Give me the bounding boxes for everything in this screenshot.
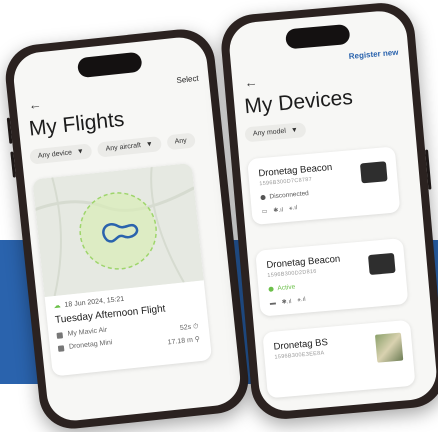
caret-down-icon: ▼ xyxy=(145,140,154,149)
filter-aircraft[interactable]: Any aircraft ▼ xyxy=(96,136,162,158)
filter-model[interactable]: Any model ▼ xyxy=(244,122,307,143)
filter-bar: Any model ▼ xyxy=(244,122,307,143)
device-card[interactable]: Dronetag Beacon 1596B300D2D816 Active ▬ … xyxy=(255,238,409,317)
device-card[interactable]: Dronetag BS 1596B300E3EE8A xyxy=(262,319,416,399)
cloud-icon: ☁ xyxy=(53,302,62,311)
cellular-signal-icon: ⚹.ıl xyxy=(297,296,306,304)
device-status-label: Active xyxy=(277,283,296,293)
device-indicators: ▭ ✱.ıl ⚹.ıl xyxy=(261,205,298,216)
devices-screen: Register new ← My Devices Any model ▼ Dr… xyxy=(227,8,438,414)
drone-icon xyxy=(56,331,64,339)
stopwatch-icon: ⏱ xyxy=(192,323,199,331)
arrow-left-icon[interactable]: ← xyxy=(28,96,42,112)
battery-icon: ▭ xyxy=(261,208,268,216)
caret-down-icon: ▼ xyxy=(290,126,299,135)
cellular-signal-icon: ⚹.ıl xyxy=(288,205,298,212)
device-indicators: ▬ ✱.ıl ⚹.ıl xyxy=(270,297,306,307)
filter-label: Any aircraft xyxy=(105,142,142,153)
page-title: My Flights xyxy=(27,107,126,141)
bluetooth-signal-icon: ✱.ıl xyxy=(273,207,284,215)
device-status: Disconnected xyxy=(260,190,309,201)
flight-aircraft-row: My Mavic Air xyxy=(56,327,107,339)
device-status-label: Disconnected xyxy=(269,190,310,201)
beacon-device-image xyxy=(367,252,396,276)
flight-device-row: Dronetag Mini xyxy=(57,339,113,352)
filter-device[interactable]: Any device ▼ xyxy=(29,143,93,165)
beacon-device-image xyxy=(359,161,388,184)
flight-map xyxy=(32,162,204,297)
flight-device: Dronetag Mini xyxy=(68,339,113,351)
register-new-button[interactable]: Register new xyxy=(348,48,398,61)
flight-card[interactable]: ☁ 18 Jun 2024, 15:21 Tuesday Afternoon F… xyxy=(32,162,213,377)
flight-duration-value: 52s xyxy=(179,323,192,332)
pin-icon: ⚲ xyxy=(194,335,201,344)
dynamic-island xyxy=(284,23,351,50)
flight-distance: 17.18 m ⚲ xyxy=(167,335,200,346)
filter-label: Any device xyxy=(37,149,73,160)
filter-more[interactable]: Any xyxy=(165,132,196,151)
device-name: Dronetag Beacon xyxy=(257,161,333,180)
arrow-left-icon[interactable]: ← xyxy=(244,74,258,90)
status-dot xyxy=(268,286,274,292)
device-status: Active xyxy=(268,284,295,293)
phone-devices: Register new ← My Devices Any model ▼ Dr… xyxy=(218,0,438,422)
flight-date: 18 Jun 2024, 15:21 xyxy=(64,295,125,309)
phone-flights: ← Select My Flights Any device ▼ Any air… xyxy=(2,26,252,432)
flights-screen: ← Select My Flights Any device ▼ Any air… xyxy=(11,34,243,424)
flight-duration: 52s ⏱ xyxy=(180,323,199,333)
device-name: Dronetag Beacon xyxy=(266,253,341,271)
select-button[interactable]: Select xyxy=(176,74,199,85)
page-title: My Devices xyxy=(243,85,354,119)
flight-aircraft: My Mavic Air xyxy=(67,326,108,338)
dynamic-island xyxy=(76,51,143,79)
device-card[interactable]: Dronetag Beacon 1596B300D7C8787 Disconne… xyxy=(247,146,401,226)
device-icon xyxy=(57,344,65,352)
status-dot xyxy=(260,194,266,201)
bluetooth-signal-icon: ✱.ıl xyxy=(281,298,292,306)
base-station-image xyxy=(374,332,404,363)
map-svg xyxy=(32,162,204,297)
filter-label: Any xyxy=(174,137,188,146)
battery-icon: ▬ xyxy=(269,299,277,307)
flight-distance-value: 17.18 m xyxy=(167,336,194,347)
filter-label: Any model xyxy=(252,127,287,138)
caret-down-icon: ▼ xyxy=(76,148,85,156)
